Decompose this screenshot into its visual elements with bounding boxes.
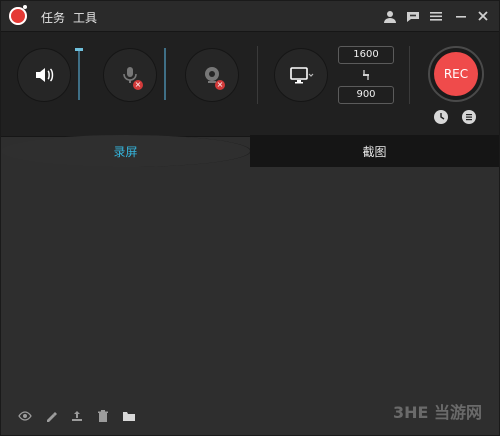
height-input[interactable]: 900 (338, 86, 394, 104)
mic-muted-icon: × (133, 80, 143, 90)
menu-icon[interactable] (428, 8, 444, 24)
tab-record[interactable]: 录屏 (1, 135, 251, 167)
app-window: 任务 工具 × × 1600 900 REC 录屏 截图 3HE 当游网 (0, 0, 500, 436)
mic-volume-slider[interactable] (164, 48, 166, 100)
recordings-list-area (1, 167, 499, 435)
minimize-icon[interactable] (453, 8, 469, 24)
upload-icon[interactable] (69, 409, 85, 425)
list-settings-icon[interactable] (462, 110, 476, 124)
rec-button[interactable]: REC (434, 52, 478, 96)
system-volume-slider[interactable] (75, 48, 83, 100)
close-icon[interactable] (475, 8, 491, 24)
brush-icon[interactable] (43, 409, 59, 425)
monitor-icon (290, 67, 314, 84)
volume-slider-knob[interactable] (75, 48, 83, 51)
menu-task[interactable]: 任务 (41, 9, 65, 26)
controls-divider (257, 46, 258, 104)
screen-area-button[interactable] (274, 48, 328, 102)
webcam-button[interactable]: × (185, 48, 239, 102)
microphone-button[interactable]: × (103, 48, 157, 102)
watermark: 3HE 当游网 (393, 403, 483, 422)
resolution-group: 1600 900 (338, 46, 394, 104)
controls-divider-2 (409, 46, 410, 104)
user-icon[interactable] (382, 8, 398, 24)
link-icon[interactable] (338, 64, 394, 86)
clock-icon[interactable] (434, 110, 448, 124)
trash-icon[interactable] (95, 409, 111, 425)
bottom-toolbar (17, 409, 137, 425)
menu-tool[interactable]: 工具 (73, 9, 97, 26)
tab-screenshot[interactable]: 截图 (250, 135, 499, 167)
width-input[interactable]: 1600 (338, 46, 394, 64)
eye-icon[interactable] (17, 409, 33, 425)
folder-icon[interactable] (121, 409, 137, 425)
mode-tabs: 录屏 截图 (1, 135, 499, 167)
title-bar: 任务 工具 (1, 1, 499, 31)
chat-icon[interactable] (405, 8, 421, 24)
recording-controls: × × 1600 900 REC (1, 31, 499, 137)
rec-button-wrap[interactable]: REC (428, 46, 484, 102)
system-sound-button[interactable] (17, 48, 71, 102)
speaker-icon (36, 68, 54, 82)
webcam-off-icon: × (215, 80, 225, 90)
app-logo (9, 5, 27, 25)
